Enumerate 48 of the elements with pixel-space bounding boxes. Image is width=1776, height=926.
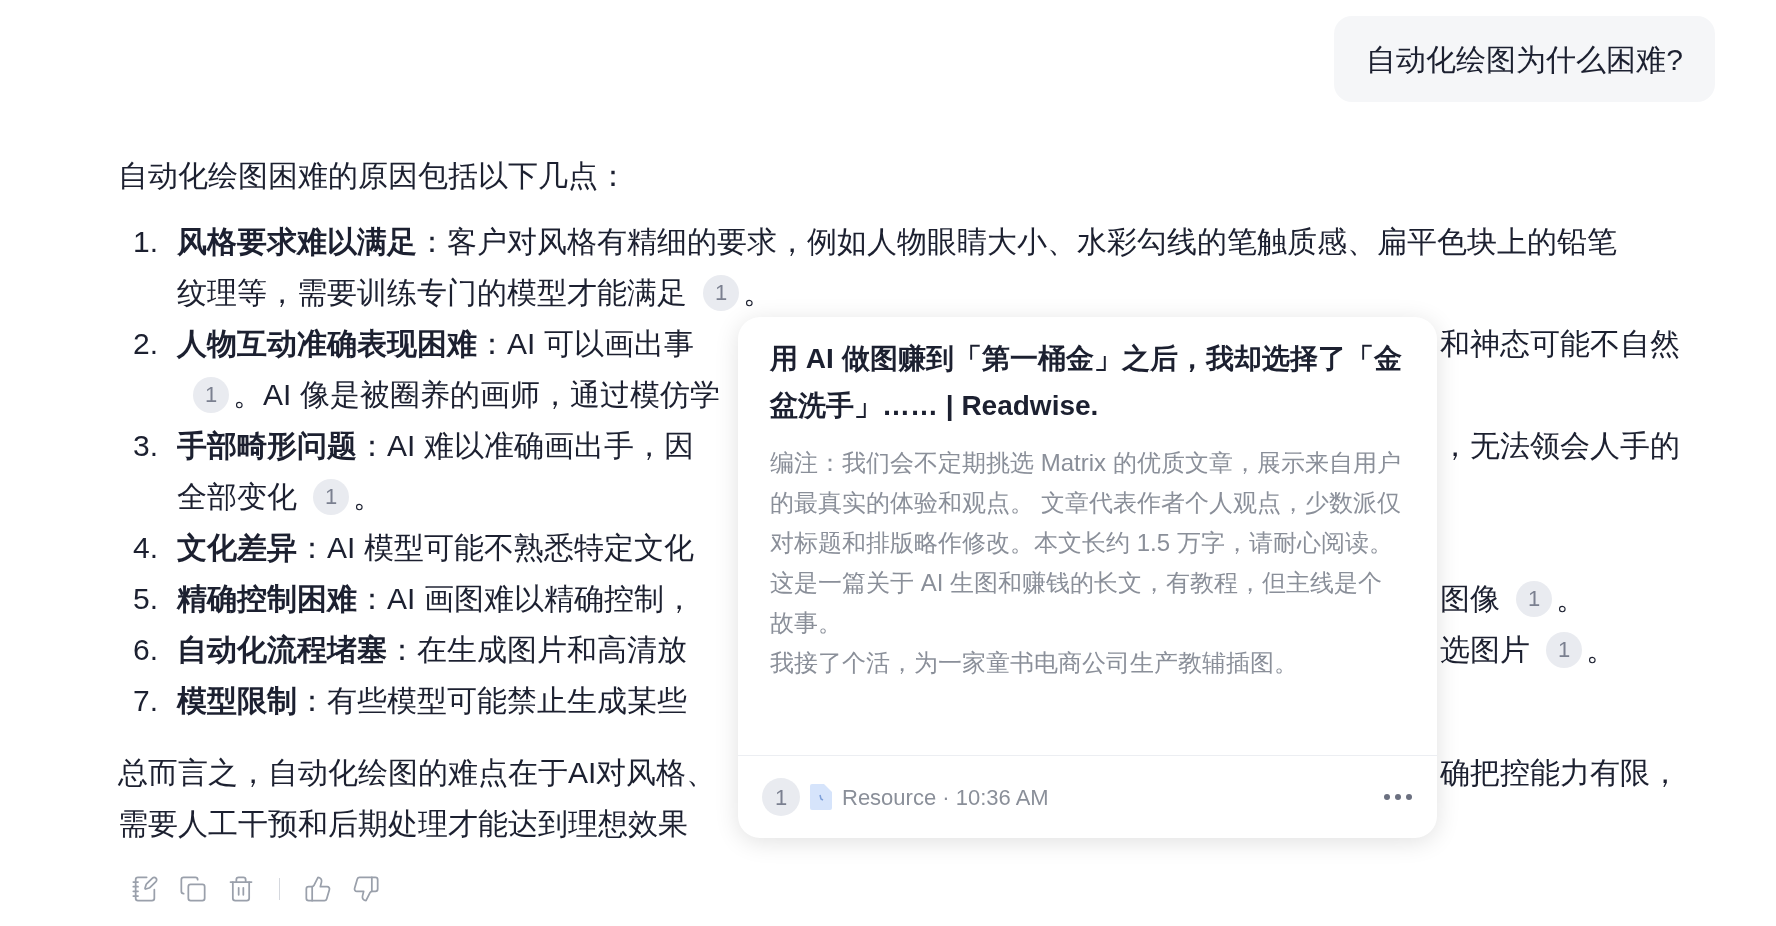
list-number: 2. — [133, 326, 159, 362]
thumbs-down-icon[interactable] — [352, 875, 380, 903]
list-number: 4. — [133, 530, 159, 566]
trash-icon[interactable] — [227, 875, 255, 903]
answer-text: 。 — [1586, 632, 1616, 668]
citation-badge[interactable]: 1 — [193, 376, 229, 413]
popup-excerpt: 这是一篇关于 AI 生图和赚钱的长文，有教程，但主线是个故事。 — [770, 568, 1383, 638]
answer-text: 全部变化 — [177, 479, 297, 515]
citation-badge[interactable]: 1 — [703, 274, 739, 311]
popup-excerpt: 编注：我们会不定期挑选 Matrix 的优质文章，展示来自用户的最真实的体验和观点。 文章代表作者个人观点，少数派仅对标题和排版略作修改。本文长约 1.5 万字，请耐心阅读。 — [770, 448, 1402, 558]
more-icon[interactable] — [1383, 793, 1413, 801]
answer-text: 手部畸形问题：AI 难以准确画出手，因 — [177, 428, 694, 464]
list-number: 5. — [133, 581, 159, 617]
document-icon — [810, 784, 832, 810]
answer-text: 选图片 — [1440, 632, 1530, 668]
citation-badge[interactable]: 1 — [1516, 580, 1552, 617]
answer-text: 。 — [1556, 581, 1586, 617]
list-number: 6. — [133, 632, 159, 668]
answer-text: 图像 — [1440, 581, 1500, 617]
answer-text: 模型限制：有些模型可能禁止生成某些 — [177, 683, 687, 719]
citation-badge[interactable]: 1 — [1546, 631, 1582, 668]
list-number: 1. — [133, 224, 159, 260]
answer-text: 自动化流程堵塞：在生成图片和高清放 — [177, 632, 687, 668]
user-message-text: 自动化绘图为什么困难? — [1366, 41, 1683, 78]
answer-text: 自动化绘图困难的原因包括以下几点： — [118, 158, 628, 194]
list-number: 7. — [133, 683, 159, 719]
copy-icon[interactable] — [179, 875, 207, 903]
answer-text: 。AI 像是被圈养的画师，通过模仿学 — [233, 377, 720, 413]
answer-text: 和神态可能不自然 — [1440, 326, 1680, 362]
answer-text: 。 — [743, 275, 773, 311]
answer-text: 。 — [353, 479, 383, 515]
answer-text: 确把控能力有限， — [1440, 755, 1680, 791]
answer-text: 需要人工干预和后期处理才能达到理想效果 — [118, 806, 688, 842]
note-icon[interactable] — [131, 875, 159, 903]
answer-text: 文化差异：AI 模型可能不熟悉特定文化 — [177, 530, 694, 566]
citation-badge: 1 — [762, 778, 800, 816]
citation-badge[interactable]: 1 — [313, 478, 349, 515]
popup-title[interactable]: 用 AI 做图赚到「第一桶金」之后，我却选择了「金盆洗手」…… | Readwise. — [770, 335, 1405, 429]
answer-text: 纹理等，需要训练专门的模型才能满足 — [177, 275, 687, 311]
thumbs-up-icon[interactable] — [304, 875, 332, 903]
answer-text: 精确控制困难：AI 画图难以精确控制， — [177, 581, 694, 617]
answer-text: 风格要求难以满足：客户对风格有精细的要求，例如人物眼睛大小、水彩勾线的笔触质感、扁平色块上的铅笔 — [177, 224, 1617, 260]
popup-excerpt: 我接了个活，为一家童书电商公司生产教辅插图。 — [770, 648, 1299, 678]
answer-text: 人物互动准确表现困难：AI 可以画出事 — [177, 326, 694, 362]
source-meta: Resource · 10:36 AM — [842, 783, 1049, 812]
list-number: 3. — [133, 428, 159, 464]
answer-text: 总而言之，自动化绘图的难点在于AI对风格、 — [118, 755, 717, 791]
answer-text: ，无法领会人手的 — [1440, 428, 1680, 464]
